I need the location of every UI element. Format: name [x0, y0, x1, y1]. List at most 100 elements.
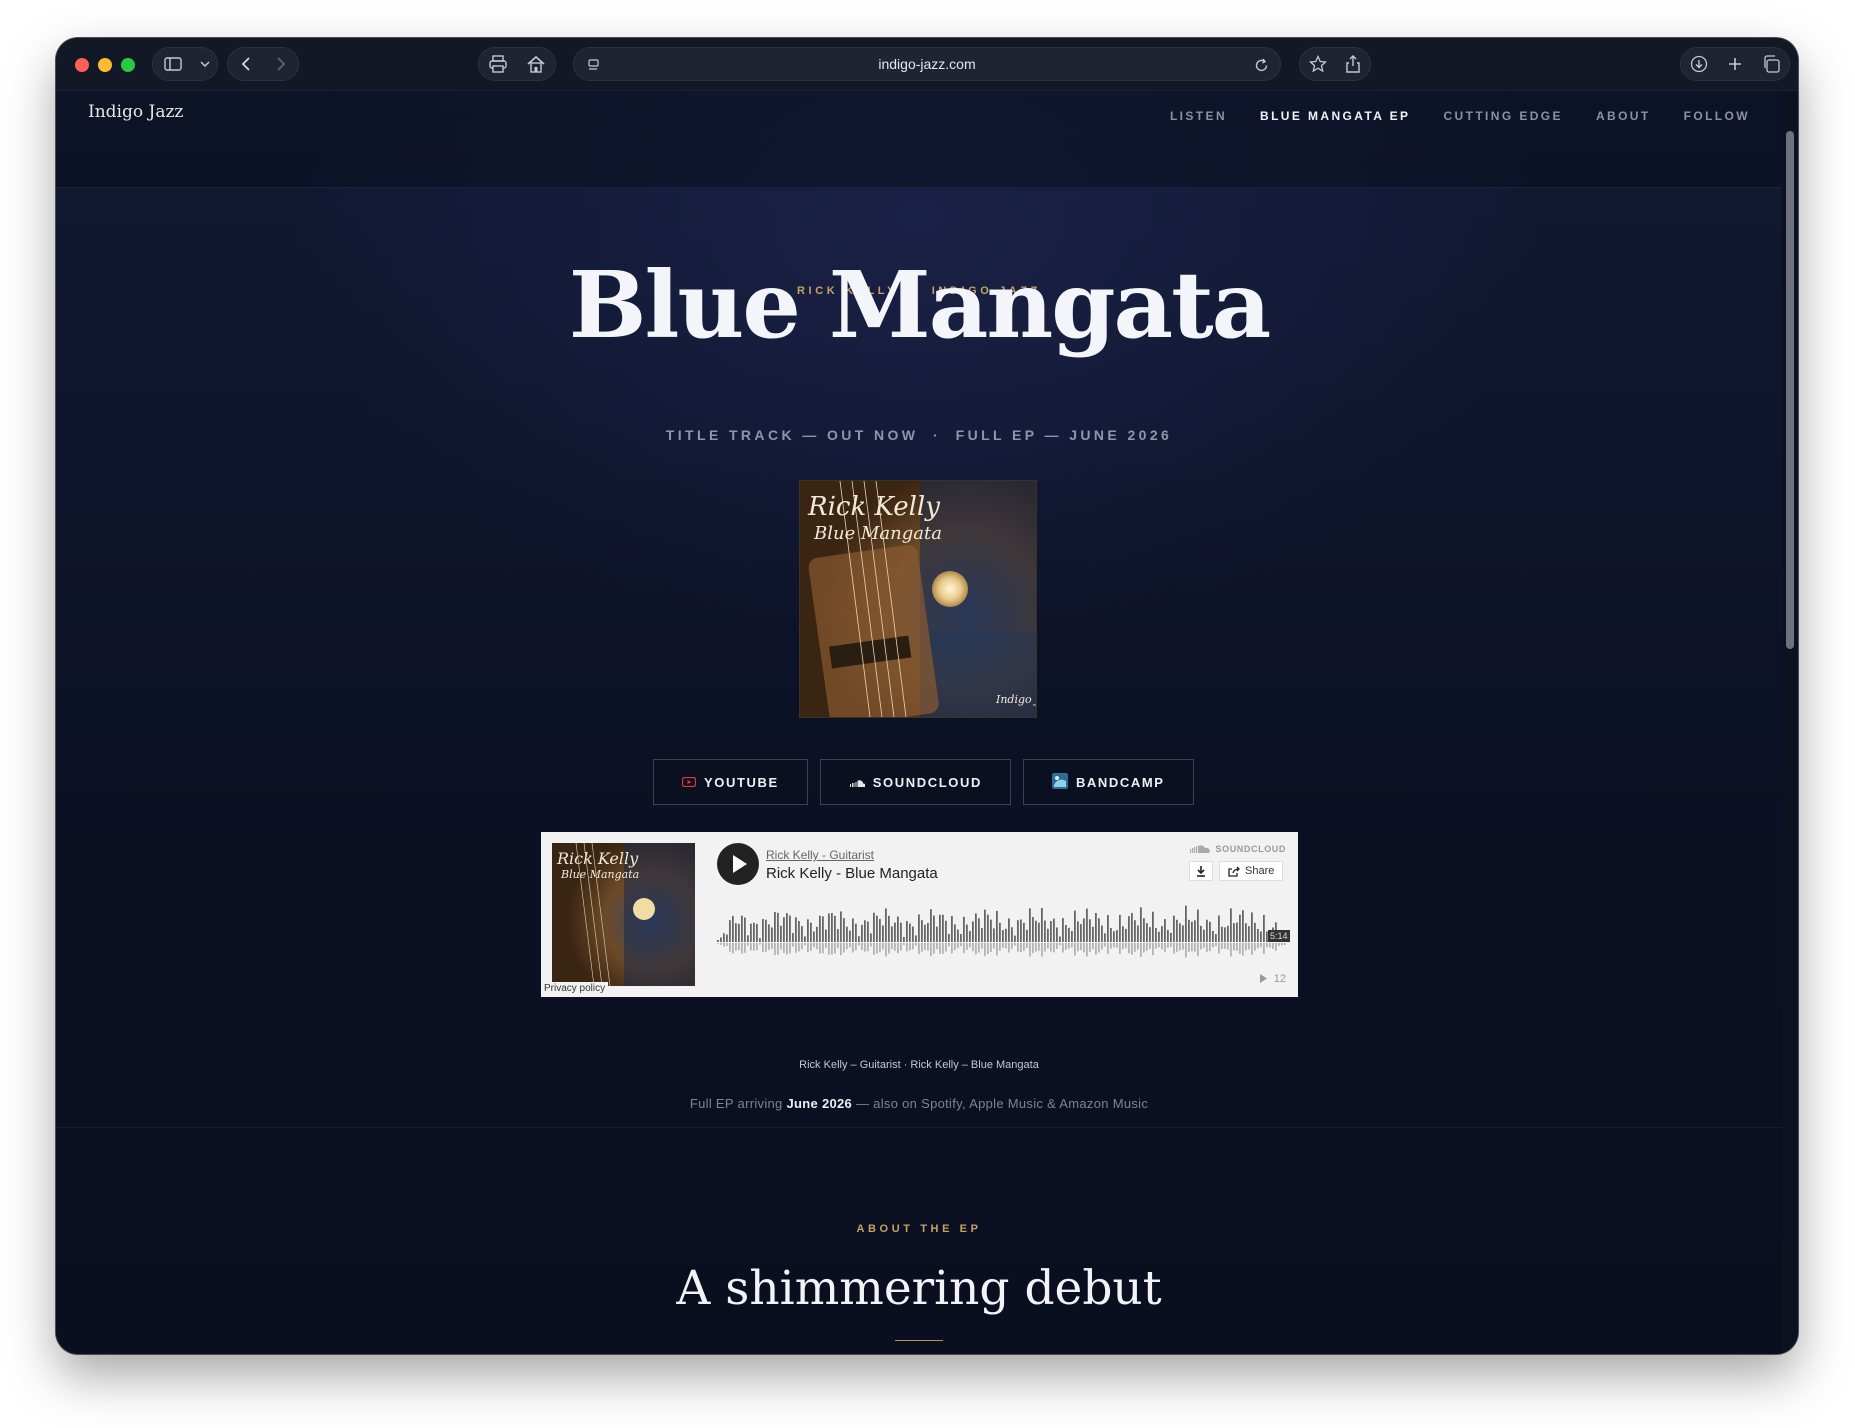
waveform-reflection [765, 943, 767, 952]
player-share-button[interactable]: Share [1219, 861, 1284, 881]
nav-listen[interactable]: LISTEN [1170, 109, 1227, 123]
home-icon[interactable] [521, 49, 551, 79]
waveform[interactable] [717, 902, 1287, 960]
zoom-window-button[interactable] [121, 58, 135, 72]
waveform-reflection [1248, 943, 1250, 950]
waveform-reflection [1050, 943, 1052, 952]
waveform-reflection [1110, 943, 1112, 949]
waveform-bar [1032, 917, 1034, 942]
waveform-bar [825, 929, 827, 942]
waveform-bar [723, 933, 725, 942]
sidebar-icon[interactable] [158, 49, 188, 79]
nav-follow[interactable]: FOLLOW [1684, 109, 1750, 123]
share-icon[interactable] [1338, 49, 1368, 79]
browser-window: indigo-jazz.com Indigo Jazz LISTEN BLUE … [56, 38, 1798, 1354]
hero-title: Blue Mangata [568, 251, 1272, 359]
soundcloud-logo[interactable]: SOUNDCLOUD [1190, 844, 1286, 854]
waveform-bar [927, 922, 929, 942]
waveform-reflection [912, 943, 914, 950]
reload-icon[interactable] [1246, 50, 1276, 80]
scrollbar-thumb[interactable] [1786, 131, 1794, 649]
soundcloud-button[interactable]: SOUNDCLOUD [819, 759, 1011, 805]
waveform-reflection [1077, 943, 1079, 952]
close-window-button[interactable] [75, 58, 89, 72]
waveform-bar [1029, 908, 1031, 942]
ep-note-after: — also on Spotify, Apple Music & Amazon … [852, 1096, 1149, 1111]
waveform-reflection [855, 943, 857, 951]
site-logo[interactable]: Indigo Jazz [88, 102, 183, 122]
waveform-reflection [879, 943, 881, 953]
waveform-reflection [957, 943, 959, 948]
waveform-bar [1194, 920, 1196, 942]
chevron-down-icon[interactable] [197, 49, 213, 79]
waveform-bar [906, 921, 908, 942]
minimize-window-button[interactable] [98, 58, 112, 72]
soundcloud-icon [849, 775, 866, 790]
bandcamp-button[interactable]: BANDCAMP [1022, 759, 1194, 805]
waveform-bar [897, 916, 899, 942]
page-scrollbar[interactable] [1782, 91, 1798, 1354]
waveform-bar [840, 911, 842, 942]
nav-about[interactable]: ABOUT [1596, 109, 1651, 123]
waveform-reflection [1044, 943, 1046, 952]
waveform-bar [1143, 918, 1145, 942]
forward-icon[interactable] [266, 49, 296, 79]
youtube-button[interactable]: YOUTUBE [653, 759, 808, 805]
nav-blue-mangata-ep[interactable]: BLUE MANGATA EP [1260, 109, 1410, 123]
waveform-bar [1200, 925, 1202, 942]
bandcamp-icon [1051, 772, 1068, 792]
waveform-reflection [1098, 943, 1100, 953]
waveform-reflection [882, 943, 884, 950]
waveform-reflection [963, 943, 965, 954]
play-button[interactable] [717, 843, 759, 885]
waveform-bar [1146, 923, 1148, 942]
player-caption[interactable]: Rick Kelly – Guitarist · Rick Kelly – Bl… [56, 1059, 1782, 1071]
new-tab-icon[interactable] [1720, 49, 1750, 79]
downloads-icon[interactable] [1684, 49, 1714, 79]
waveform-reflection [1188, 943, 1190, 952]
print-icon[interactable] [483, 49, 513, 79]
sidebar-toggle-group [152, 47, 218, 81]
platform-buttons: YOUTUBE SOUNDCLOUD BANDCAMP [653, 759, 1194, 805]
waveform-bar [900, 922, 902, 942]
waveform-bar [894, 922, 896, 942]
waveform-reflection [1095, 943, 1097, 955]
waveform-bar [1173, 915, 1175, 942]
url-text[interactable]: indigo-jazz.com [574, 56, 1280, 72]
waveform-reflection [1146, 943, 1148, 951]
waveform-reflection [918, 943, 920, 955]
waveform-reflection [1215, 943, 1217, 947]
address-bar[interactable]: indigo-jazz.com [573, 47, 1281, 81]
waveform-reflection [750, 943, 752, 951]
player-track-title[interactable]: Rick Kelly - Blue Mangata [766, 865, 938, 882]
nav-cutting-edge[interactable]: CUTTING EDGE [1443, 109, 1562, 123]
album-cover: Rick Kelly Blue Mangata Indigo Jazz [799, 480, 1037, 718]
waveform-bar [813, 931, 815, 942]
cover-title-text: Blue Mangata [813, 523, 942, 544]
waveform-reflection [798, 943, 800, 952]
waveform-reflection [906, 943, 908, 952]
tab-overview-icon[interactable] [1756, 49, 1786, 79]
waveform-reflection [1275, 943, 1277, 951]
back-icon[interactable] [231, 49, 261, 79]
waveform-bar [720, 937, 722, 942]
waveform-bar [864, 920, 866, 942]
waveform-bar [1209, 921, 1211, 942]
waveform-bar [1191, 921, 1193, 942]
waveform-bar [939, 914, 941, 942]
privacy-policy-link[interactable]: Privacy policy [541, 982, 609, 995]
download-button[interactable] [1189, 861, 1213, 881]
star-icon[interactable] [1303, 49, 1333, 79]
hero-subline: TITLE TRACK — OUT NOW · FULL EP — JUNE 2… [665, 427, 1173, 443]
waveform-bar [849, 930, 851, 942]
waveform-bar [1056, 927, 1058, 942]
waveform-reflection [1113, 943, 1115, 948]
waveform-bar [816, 926, 818, 942]
player-user-link[interactable]: Rick Kelly - Guitarist [766, 848, 874, 862]
waveform-reflection [813, 943, 815, 948]
waveform-reflection [828, 943, 830, 955]
waveform-reflection [846, 943, 848, 950]
site-nav: LISTEN BLUE MANGATA EP CUTTING EDGE ABOU… [1170, 109, 1750, 123]
waveform-reflection [873, 943, 875, 955]
player-artwork[interactable]: Rick Kelly Blue Mangata [552, 843, 695, 986]
